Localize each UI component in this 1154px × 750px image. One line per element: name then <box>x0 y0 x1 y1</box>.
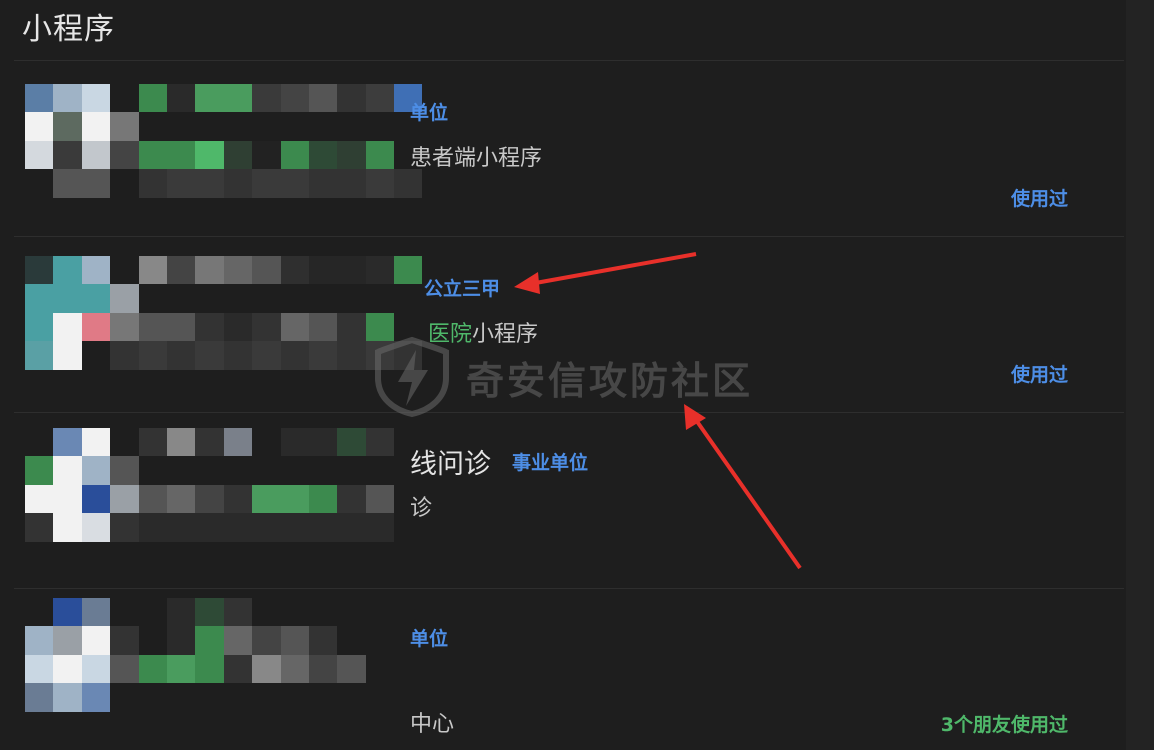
org-type-tag: 公立三甲 <box>424 278 501 300</box>
mini-program-avatar <box>25 428 423 542</box>
mini-program-subtitle: 患者端小程序 <box>410 146 543 171</box>
mini-program-subtitle: 中心 <box>410 712 455 737</box>
section-title: 小程序 <box>22 12 115 47</box>
subtitle-rest: 小程序 <box>472 322 539 347</box>
list-item[interactable]: 线问诊 事业单位 诊 <box>0 412 1126 588</box>
list-item[interactable]: 公立三甲 医院小程序 使用过 <box>0 236 1126 412</box>
mini-program-list-page: 小程序 单位 患者端小程序 使用过 公立三甲 医院小程序 使用过 线问诊 事业单… <box>0 0 1154 750</box>
mini-program-subtitle: 医院小程序 <box>428 316 538 348</box>
scrollbar-track[interactable] <box>1126 0 1154 750</box>
mini-program-subtitle: 诊 <box>410 496 433 521</box>
list-item[interactable]: 单位 患者端小程序 使用过 <box>0 60 1126 236</box>
friends-used-link[interactable]: 3个朋友使用过 <box>941 710 1068 737</box>
org-type-tag: 单位 <box>410 628 449 650</box>
subtitle-highlight: 医院 <box>428 322 473 347</box>
org-type-tag: 单位 <box>410 102 449 124</box>
org-type-tag: 事业单位 <box>512 452 589 474</box>
list-item[interactable]: 单位 中心 3个朋友使用过 <box>0 588 1126 750</box>
used-status-link[interactable]: 使用过 <box>1011 360 1068 387</box>
mini-program-avatar <box>25 84 423 198</box>
mini-program-avatar <box>25 598 423 712</box>
mini-program-title: 线问诊 <box>410 449 491 480</box>
mini-program-avatar <box>25 256 423 370</box>
used-status-link[interactable]: 使用过 <box>1011 184 1068 211</box>
